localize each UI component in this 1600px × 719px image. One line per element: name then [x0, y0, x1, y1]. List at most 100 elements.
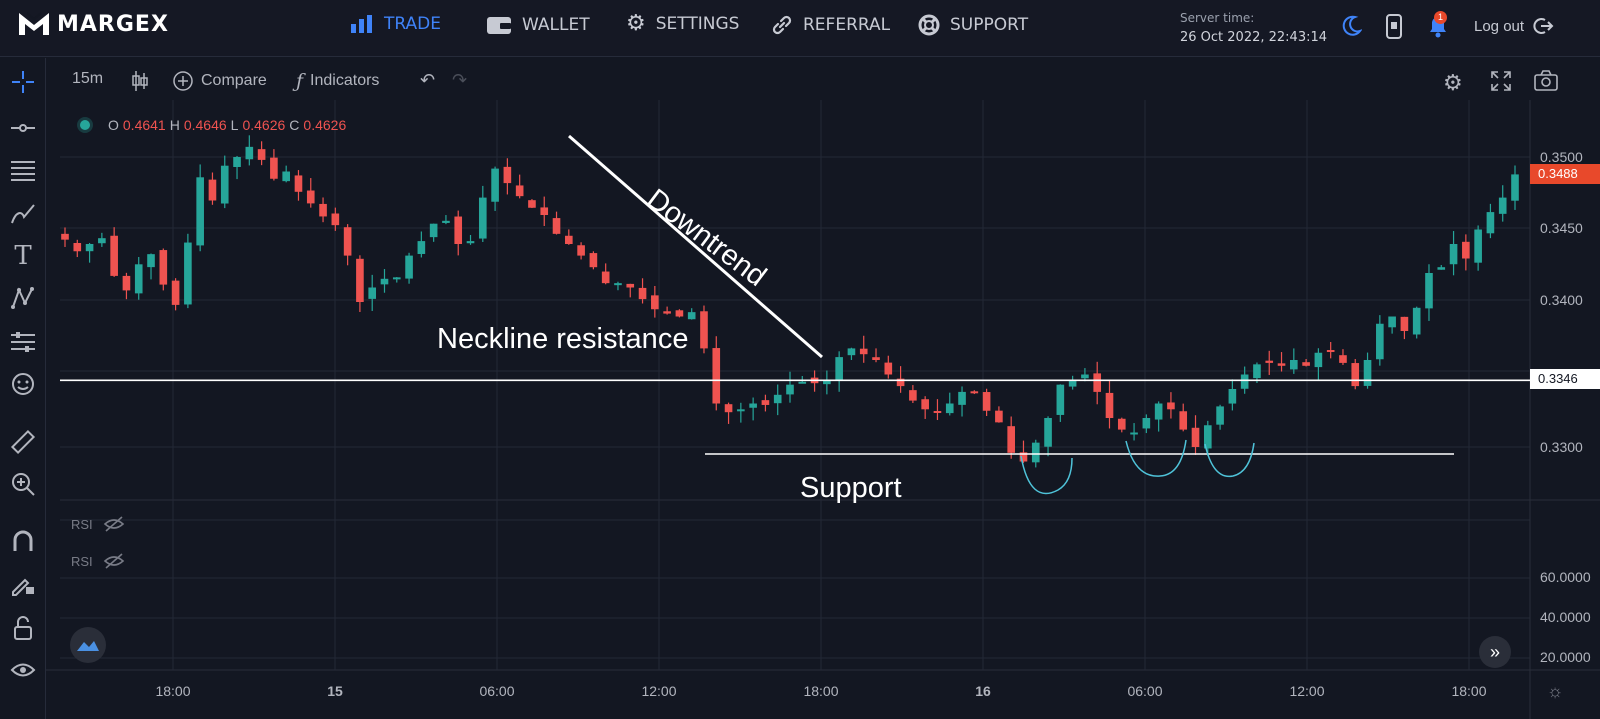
magnet-tool[interactable]: [9, 528, 37, 556]
eye-hidden-icon[interactable]: [103, 516, 125, 532]
candle: [1105, 392, 1114, 418]
chart-settings-button[interactable]: ⚙: [1443, 70, 1463, 96]
bar-chart-icon: [351, 15, 372, 33]
ruler-tool[interactable]: [9, 428, 37, 456]
candle: [1167, 402, 1175, 410]
nav-trade[interactable]: TRADE: [350, 14, 441, 34]
lock-all-tool[interactable]: [9, 614, 37, 642]
candle: [122, 275, 131, 291]
hide-drawings-tool[interactable]: [9, 656, 37, 684]
rsi-legend[interactable]: RSI: [71, 553, 125, 569]
redo-button[interactable]: ↷: [452, 70, 467, 91]
zoom-tool[interactable]: [9, 470, 37, 498]
undo-button[interactable]: ↶: [420, 70, 435, 91]
candle: [712, 348, 721, 404]
pencil-lock-icon: [12, 578, 34, 596]
chart-type-button[interactable]: [130, 70, 150, 92]
candle: [982, 392, 991, 411]
candle: [1081, 374, 1089, 379]
candle: [1068, 380, 1077, 387]
candle: [651, 295, 659, 310]
candle: [1498, 197, 1507, 214]
neckline-annotation: Neckline resistance: [437, 323, 689, 355]
brush-tool[interactable]: [9, 200, 37, 228]
candle: [454, 216, 463, 244]
candle: [663, 311, 671, 314]
text-tool[interactable]: T: [9, 241, 37, 271]
emoji-tool[interactable]: [9, 370, 37, 398]
lock-drawing-tool[interactable]: [9, 570, 37, 598]
price-chart[interactable]: 18:00 15 06:00 12:00 18:00 16 06:00 12:00 18:00 0…: [0, 0, 1600, 719]
rsi-label: RSI: [71, 553, 93, 569]
time-tick-label: 18:00: [803, 683, 838, 699]
compare-button[interactable]: Compare: [172, 70, 267, 92]
scroll-to-realtime-button[interactable]: »: [1479, 636, 1511, 668]
logout-button[interactable]: Log out: [1474, 16, 1554, 36]
screenshot-button[interactable]: [1534, 70, 1558, 92]
redo-icon: ↷: [452, 70, 468, 90]
candle: [294, 175, 303, 192]
candle: [835, 357, 843, 381]
low-key: L: [230, 117, 239, 133]
interval-button[interactable]: 15m: [72, 70, 103, 88]
magnet-icon: [13, 530, 33, 551]
candle: [61, 233, 69, 240]
pattern-tool[interactable]: [9, 284, 37, 312]
lifebuoy-icon: [918, 14, 940, 36]
interval-label: 15m: [72, 70, 104, 87]
time-tick-label: 18:00: [1451, 683, 1486, 699]
rsi-tick-label: 60.0000: [1540, 569, 1591, 585]
rsi-tick-label: 20.0000: [1540, 649, 1591, 665]
candle: [515, 185, 524, 197]
trendline-tool[interactable]: [9, 114, 37, 142]
candle: [1179, 411, 1188, 430]
candle: [1265, 360, 1274, 363]
candle: [1376, 323, 1384, 360]
candle: [1474, 229, 1482, 263]
candle: [147, 254, 155, 268]
candle: [417, 241, 426, 254]
eye-hidden-icon[interactable]: [103, 553, 125, 569]
nav-trade-label: TRADE: [384, 14, 441, 34]
high-value: 0.4646: [183, 117, 227, 133]
candle: [1117, 418, 1126, 430]
candle: [1044, 418, 1052, 447]
candle: [220, 165, 229, 204]
nav-wallet[interactable]: WALLET: [486, 14, 590, 36]
candle: [798, 381, 807, 384]
mobile-icon[interactable]: [1384, 14, 1404, 40]
zoom-in-icon: [12, 473, 35, 496]
nav-settings[interactable]: ⚙ SETTINGS: [626, 13, 740, 35]
crosshair-icon: [12, 71, 34, 93]
nav-referral[interactable]: REFERRAL: [771, 14, 890, 36]
prediction-tool[interactable]: [9, 328, 37, 356]
fib-tool[interactable]: [9, 156, 37, 184]
rsi-legend[interactable]: RSI: [71, 516, 125, 532]
candle: [208, 179, 217, 201]
moon-icon[interactable]: [1340, 14, 1362, 38]
logout-icon: [1533, 18, 1554, 34]
candle: [724, 404, 733, 413]
server-time: Server time: 26 Oct 2022, 22:43:14: [1180, 8, 1327, 48]
candle: [540, 207, 549, 215]
nav-support[interactable]: SUPPORT: [918, 14, 1028, 36]
brush-icon: [11, 204, 35, 224]
indicators-button[interactable]: ƒ Indicators: [296, 70, 379, 92]
compare-label: Compare: [201, 72, 267, 89]
margex-logo[interactable]: MARGEX: [17, 10, 169, 38]
nav-settings-label: SETTINGS: [655, 14, 740, 34]
axis-settings-icon: ☼: [1547, 681, 1564, 701]
candle: [1142, 418, 1151, 429]
fullscreen-icon: [1491, 71, 1511, 91]
price-tick-label: 0.3300: [1540, 439, 1583, 455]
fullscreen-button[interactable]: [1490, 70, 1512, 92]
candle: [1449, 244, 1458, 265]
candle: [1007, 426, 1015, 453]
camera-icon: [1534, 70, 1558, 91]
candle: [270, 157, 278, 179]
crosshair-tool[interactable]: [9, 68, 37, 96]
tradingview-logo[interactable]: [70, 627, 106, 663]
candle: [1314, 352, 1323, 368]
open-value: 0.4641: [122, 117, 166, 133]
sliders-icon: [11, 332, 35, 352]
